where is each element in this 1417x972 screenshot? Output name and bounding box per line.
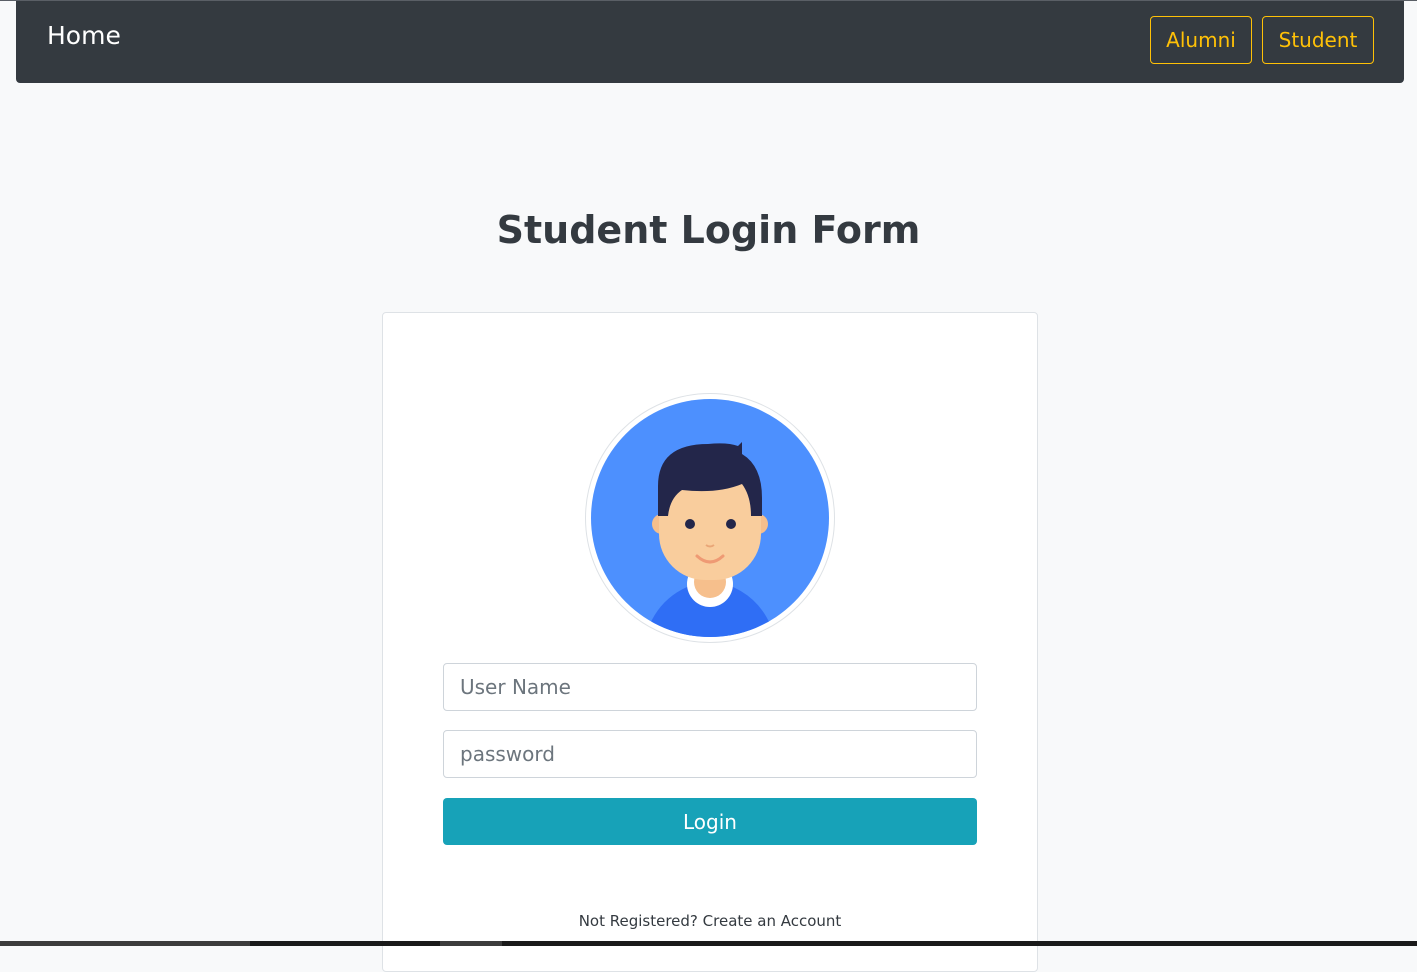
alumni-button[interactable]: Alumni [1150, 16, 1252, 64]
password-input[interactable] [443, 730, 977, 778]
taskbar-segment [440, 941, 502, 946]
home-link[interactable]: Home [47, 19, 121, 53]
username-input[interactable] [443, 663, 977, 711]
login-button[interactable]: Login [443, 798, 977, 845]
navbar: Home Alumni Student [16, 1, 1404, 83]
page-title: Student Login Form [496, 208, 921, 252]
taskbar-segment [0, 941, 250, 946]
register-prefix: Not Registered? [578, 912, 698, 930]
student-button[interactable]: Student [1262, 16, 1374, 64]
login-card: Login Not Registered? Create an Account [382, 312, 1038, 972]
taskbar-edge [0, 941, 1417, 946]
register-prompt: Not Registered? Create an Account [383, 912, 1037, 930]
student-avatar-icon [585, 393, 835, 643]
create-account-link[interactable]: Create an Account [703, 912, 842, 930]
